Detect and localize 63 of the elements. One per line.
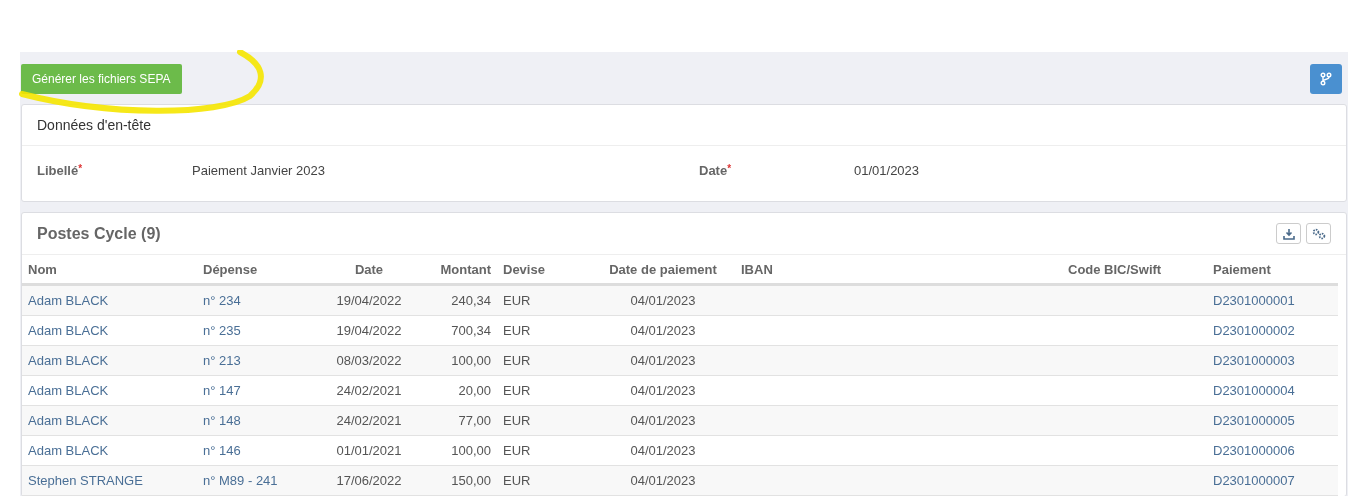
table-cell: 04/01/2023 [630,473,696,488]
table-link[interactable]: D2301000006 [1213,443,1295,458]
table-cell: 700,34 [451,323,491,338]
table-cell: 19/04/2022 [336,293,402,308]
table-link[interactable]: n° 213 [203,353,241,368]
table-cell: 04/01/2023 [630,443,696,458]
column-header[interactable]: IBAN [741,261,773,277]
table-link[interactable]: D2301000002 [1213,323,1295,338]
table-cell: 04/01/2023 [630,413,696,428]
table-cell: 24/02/2021 [336,383,402,398]
table-cell: 19/04/2022 [336,323,402,338]
table-cell: EUR [503,473,531,488]
field-label-text: Libellé [37,163,79,178]
table-link[interactable]: Adam BLACK [28,383,109,398]
table-cell: EUR [503,353,531,368]
required-mark: * [78,163,83,174]
table-title: Postes Cycle (9) [37,224,161,243]
table-link[interactable]: n° 148 [203,413,241,428]
field-value: 01/01/2023 [854,163,921,178]
table-cell: 77,00 [458,413,491,428]
table-cell: 240,34 [451,293,491,308]
table-cell: 17/06/2022 [336,473,402,488]
table-cell: 100,00 [451,443,491,458]
column-header[interactable]: Devise [503,261,545,277]
download-button[interactable] [1276,223,1301,244]
table-cell: 04/01/2023 [630,353,696,368]
required-mark: * [727,163,732,174]
table-cell: 04/01/2023 [630,383,696,398]
table-cell: 150,00 [451,473,491,488]
column-header[interactable]: Code BIC/Swift [1068,261,1162,277]
card-title: Données d'en-tête [22,105,1346,146]
table-cell: EUR [503,443,531,458]
table-cell: EUR [503,323,531,338]
table-cell: 08/03/2022 [336,353,402,368]
table-link[interactable]: n° 146 [203,443,241,458]
table-cell: 04/01/2023 [630,323,696,338]
table-link[interactable]: Adam BLACK [28,443,109,458]
settings-button[interactable] [1306,223,1331,244]
column-header[interactable]: Paiement [1213,261,1271,277]
table-link[interactable]: n° 147 [203,383,241,398]
download-icon [1282,227,1295,240]
column-header[interactable]: Nom [28,261,57,277]
table-cell: 20,00 [458,383,491,398]
branch-button[interactable] [1310,64,1342,94]
table-link[interactable]: D2301000004 [1213,383,1295,398]
table-cell: 01/01/2021 [336,443,402,458]
table-cell: 04/01/2023 [630,293,696,308]
table-link[interactable]: Adam BLACK [28,323,109,338]
column-header[interactable]: Date de paiement [609,261,717,277]
table-cell: 24/02/2021 [336,413,402,428]
field-value: Paiement Janvier 2023 [192,163,326,178]
branch-icon [1320,72,1332,86]
table-link[interactable]: n° 235 [203,323,241,338]
field-label-text: Date [699,163,728,178]
table-link[interactable]: n° 234 [203,293,241,308]
column-header[interactable]: Montant [440,261,491,277]
table-cell: EUR [503,413,531,428]
table-cell: 100,00 [451,353,491,368]
table-cell: EUR [503,383,531,398]
settings-icon [1311,227,1326,240]
column-header[interactable]: Dépense [203,261,258,277]
table-cell: EUR [503,293,531,308]
column-header[interactable]: Date [354,261,384,277]
